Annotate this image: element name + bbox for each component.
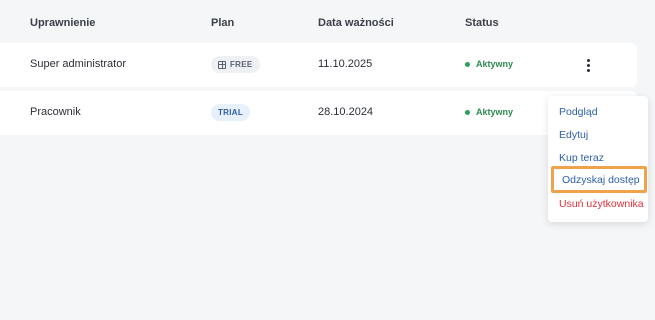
role-cell: Pracownik — [30, 106, 81, 118]
header-expiry: Data ważności — [318, 17, 394, 29]
table-row: Super administrator FREE 11.10.2025 Akty… — [0, 43, 637, 87]
plan-badge-free: FREE — [211, 56, 260, 73]
header-status: Status — [465, 17, 499, 29]
status-badge: Aktywny — [465, 107, 513, 117]
menu-item-recover-access[interactable]: Odzyskaj dostęp — [551, 166, 647, 193]
header-role: Uprawnienie — [30, 17, 96, 29]
menu-item-preview[interactable]: Podgląd — [559, 106, 598, 118]
menu-item-delete-user[interactable]: Usuń użytkownika — [559, 198, 644, 210]
menu-item-buy-now[interactable]: Kup teraz — [559, 152, 604, 164]
menu-item-edit[interactable]: Edytuj — [559, 129, 588, 141]
role-cell: Super administrator — [30, 58, 126, 70]
plan-label: FREE — [230, 60, 253, 69]
status-dot-icon — [465, 109, 470, 115]
status-label: Aktywny — [476, 107, 514, 117]
status-label: Aktywny — [476, 59, 514, 69]
expiry-cell: 28.10.2024 — [318, 106, 374, 118]
header-plan: Plan — [211, 17, 235, 29]
table-header: Uprawnienie Plan Data ważności Status — [0, 0, 655, 44]
status-badge: Aktywny — [465, 59, 513, 69]
expiry-cell: 11.10.2025 — [318, 58, 373, 70]
plan-badge-trial: TRIAL — [211, 104, 251, 121]
row-actions-menu: Podgląd Edytuj Kup teraz Odzyskaj dostęp… — [548, 96, 648, 222]
table-row: Pracownik TRIAL 28.10.2024 Aktywny — [0, 91, 637, 135]
gift-icon — [218, 60, 226, 69]
plan-label: TRIAL — [218, 108, 244, 117]
status-dot-icon — [465, 61, 470, 67]
more-options-icon[interactable] — [584, 56, 592, 74]
